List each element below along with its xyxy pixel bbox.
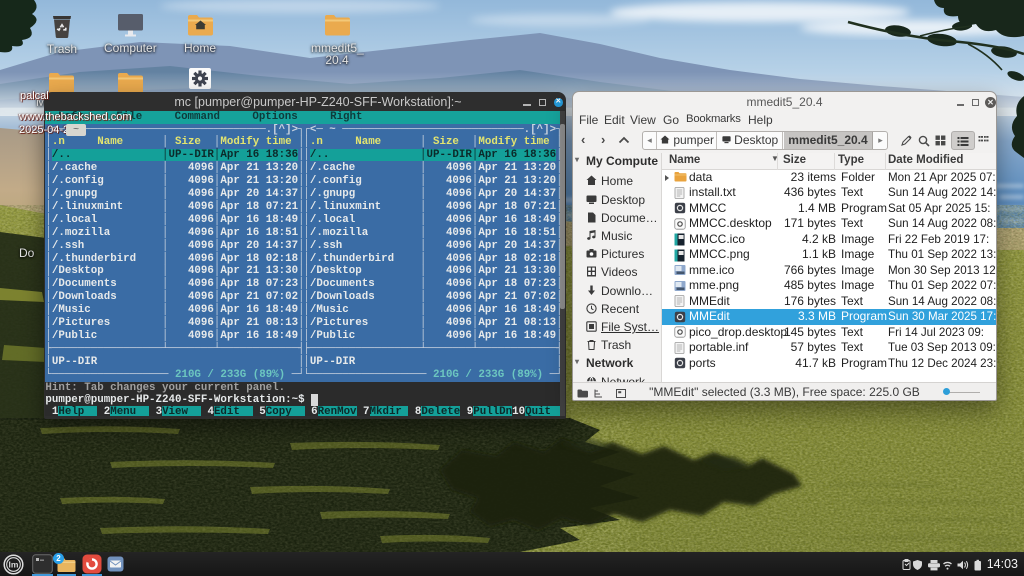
svg-text:lm: lm [9,559,19,569]
